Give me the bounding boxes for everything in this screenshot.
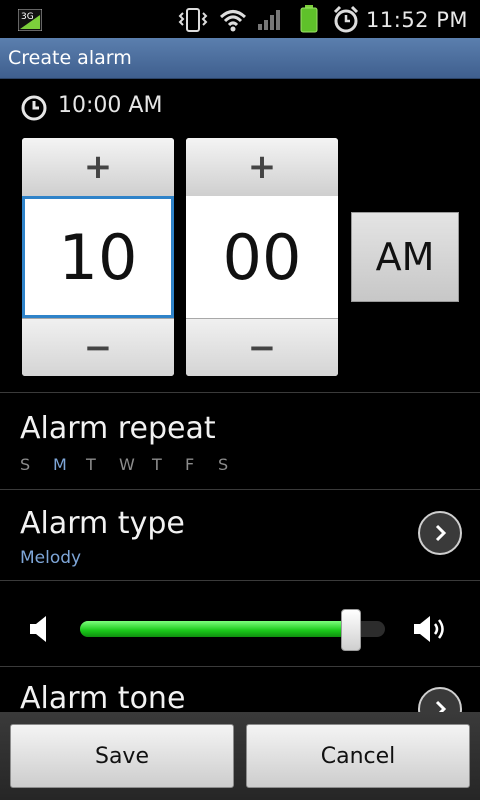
divider [0, 580, 480, 581]
alarm-clock-icon [333, 5, 359, 37]
svg-text:3G: 3G [21, 12, 34, 22]
minus-icon: − [83, 328, 113, 368]
repeat-day-toggle[interactable]: T [86, 455, 119, 474]
minute-picker: + 00 − [186, 138, 338, 376]
repeat-day-toggle[interactable]: W [119, 455, 152, 474]
time-summary-text: 10:00 AM [58, 93, 163, 118]
alarm-tone-title: Alarm tone [20, 681, 186, 712]
signal-icon [256, 8, 284, 36]
repeat-day-toggle[interactable]: T [152, 455, 185, 474]
battery-icon [299, 5, 319, 37]
clock-icon [21, 95, 47, 121]
hour-picker: + 10 − [22, 138, 174, 376]
alarm-type-value: Melody [20, 548, 82, 568]
status-time: 11:52 PM [366, 8, 468, 32]
volume-slider-fill [80, 621, 355, 637]
repeat-day-toggle[interactable]: S [218, 455, 251, 474]
volume-slider-track[interactable] [80, 621, 385, 637]
minute-value[interactable]: 00 [186, 196, 338, 318]
vibrate-icon [178, 7, 208, 37]
ampm-toggle-button[interactable]: AM [351, 212, 459, 302]
hour-decrement-button[interactable]: − [22, 318, 174, 376]
volume-slider-thumb[interactable] [341, 609, 361, 651]
alarm-repeat-row[interactable]: Alarm repeat SMTWTFS [0, 393, 480, 489]
page-title: Create alarm [8, 47, 132, 69]
hour-value[interactable]: 10 [22, 196, 174, 318]
network-3g-icon: 3G [17, 8, 43, 32]
chevron-right-icon [435, 524, 447, 542]
chevron-right-icon [435, 700, 447, 712]
plus-icon: + [247, 147, 277, 187]
plus-icon: + [83, 147, 113, 187]
repeat-day-toggle[interactable]: S [20, 455, 53, 474]
alarm-type-title: Alarm type [20, 506, 185, 541]
repeat-day-toggle[interactable]: F [185, 455, 218, 474]
alarm-repeat-title: Alarm repeat [20, 411, 216, 446]
cancel-button[interactable]: Cancel [246, 724, 470, 788]
save-button[interactable]: Save [10, 724, 234, 788]
bottom-action-bar: Save Cancel [0, 712, 480, 800]
alarm-tone-row[interactable]: Alarm tone [0, 667, 480, 712]
status-bar: 3G 11:52 PM [0, 0, 480, 38]
hour-increment-button[interactable]: + [22, 138, 174, 197]
minus-icon: − [247, 328, 277, 368]
minute-decrement-button[interactable]: − [186, 318, 338, 376]
volume-high-icon [414, 616, 444, 642]
alarm-type-row[interactable]: Alarm type Melody [0, 490, 480, 580]
wifi-icon [218, 7, 248, 37]
repeat-day-toggle[interactable]: M [53, 455, 86, 474]
repeat-days: SMTWTFS [20, 455, 251, 474]
alarm-type-more-button[interactable] [418, 511, 462, 555]
alarm-tone-more-button[interactable] [418, 687, 462, 712]
minute-increment-button[interactable]: + [186, 138, 338, 197]
volume-low-icon [30, 616, 46, 642]
title-bar: Create alarm [0, 38, 480, 79]
